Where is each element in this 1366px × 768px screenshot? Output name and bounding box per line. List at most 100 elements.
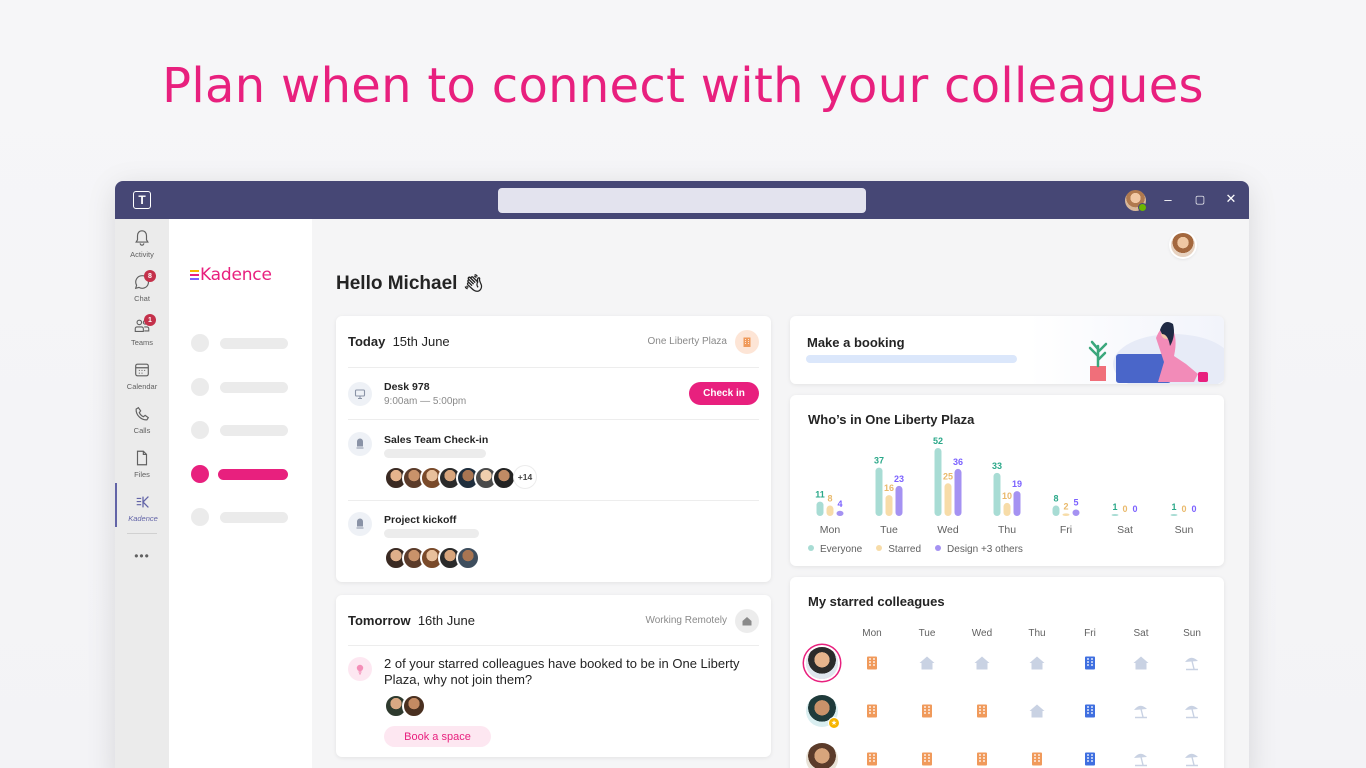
colleague-avatar[interactable] [806, 743, 838, 768]
minimize-button[interactable]: – [1160, 191, 1176, 207]
home-icon[interactable] [1028, 654, 1046, 672]
chart-data-label: 11 [815, 490, 825, 500]
home-icon[interactable] [1132, 654, 1150, 672]
chart-data-label: 37 [874, 456, 884, 466]
nav-item-icon[interactable] [191, 421, 209, 439]
close-button[interactable]: ✕ [1223, 191, 1239, 207]
chart-data-label: 4 [837, 499, 842, 509]
chart-tick-label: Wed [937, 524, 959, 536]
rail-item-calendar[interactable]: Calendar [115, 351, 169, 395]
colleague-avatar[interactable] [806, 647, 838, 679]
office-booked-icon[interactable] [1081, 702, 1099, 720]
today-date: 15th June [392, 334, 450, 349]
teams-window: T – ▢ ✕ Activity 8 Chat 1 Teams Calendar… [115, 181, 1249, 768]
chart-data-label: 0 [1191, 504, 1196, 514]
chart-tick-label: Mon [820, 524, 841, 536]
user-avatar[interactable] [1171, 233, 1195, 257]
phone-icon [135, 406, 150, 421]
avatar [492, 466, 516, 490]
rail-item-files[interactable]: Files [115, 439, 169, 483]
starred-attendee-avatars [384, 694, 426, 718]
office-icon[interactable] [863, 654, 881, 672]
book-space-button[interactable]: Book a space [384, 726, 491, 747]
meeting-icon [348, 512, 372, 536]
check-in-button[interactable]: Check in [689, 382, 759, 405]
chart-bar [826, 505, 834, 516]
legend-swatch [808, 545, 814, 552]
home-icon[interactable] [1028, 702, 1046, 720]
office-icon[interactable] [1028, 750, 1046, 768]
calendar-icon [135, 363, 149, 377]
rail-label: Teams [130, 338, 154, 347]
attendee-avatars[interactable] [384, 546, 480, 570]
chart-bar [1062, 513, 1070, 516]
office-icon[interactable] [918, 750, 936, 768]
chart-data-label: 1 [1171, 502, 1176, 512]
chart-data-label: 2 [1063, 501, 1068, 511]
rail-item-teams[interactable]: 1 Teams [115, 307, 169, 351]
maximize-button[interactable]: ▢ [1192, 191, 1208, 207]
chart-tick-label: Sat [1117, 524, 1133, 536]
nav-item-icon[interactable] [191, 334, 209, 352]
day-header: Fri [1084, 628, 1096, 639]
attendee-avatars[interactable]: +14 [384, 466, 536, 490]
legend-label: Starred [888, 544, 922, 555]
legend-label: Everyone [820, 544, 863, 555]
rail-item-chat[interactable]: 8 Chat [115, 263, 169, 307]
today-label: Today [348, 334, 386, 349]
holiday-icon[interactable] [1183, 750, 1201, 768]
event-title: Desk 978 [384, 381, 430, 393]
office-icon[interactable] [918, 702, 936, 720]
more-attendees-count[interactable]: +14 [514, 466, 536, 488]
event-placeholder [384, 449, 486, 458]
chart-bar [1072, 509, 1080, 516]
nav-item-label[interactable] [220, 382, 288, 393]
tomorrow-date: 16th June [417, 613, 475, 628]
booking-input-placeholder[interactable] [806, 355, 1017, 363]
kadence-sidebar: Kadence [169, 219, 312, 768]
more-apps-button[interactable]: ••• [115, 545, 169, 589]
greeting-text: Hello Michael [336, 273, 458, 294]
holiday-icon[interactable] [1183, 654, 1201, 672]
kadence-logo-icon [190, 270, 199, 280]
chart-data-label: 0 [1181, 504, 1186, 514]
star-icon: ★ [828, 717, 840, 729]
colleague-avatar[interactable]: ★ [806, 695, 840, 729]
office-booked-icon[interactable] [1081, 750, 1099, 768]
day-header: Tue [918, 628, 936, 639]
rail-item-activity[interactable]: Activity [115, 219, 169, 263]
nav-item-icon-active[interactable] [191, 465, 209, 483]
profile-avatar[interactable] [1125, 190, 1147, 212]
office-icon[interactable] [863, 702, 881, 720]
legend-swatch [876, 545, 883, 552]
legend-item-design: Design +3 others [935, 544, 1023, 555]
holiday-icon[interactable] [1132, 702, 1150, 720]
whos-in-card: Who’s in One Liberty Plaza 11 8 4 Mon 37 16 23… [790, 395, 1224, 566]
lightbulb-icon [348, 657, 372, 681]
rail-item-kadence[interactable]: Kadence [115, 483, 169, 527]
event-time: 9:00am — 5:00pm [384, 396, 467, 407]
office-icon[interactable] [973, 702, 991, 720]
make-booking-card[interactable]: Make a booking [790, 316, 1224, 384]
nav-item-label[interactable] [220, 512, 288, 523]
divider [348, 500, 759, 501]
today-heading: Today 15th June [348, 334, 450, 349]
nav-item-label[interactable] [220, 425, 288, 436]
office-booked-icon[interactable] [1081, 654, 1099, 672]
nav-item-label[interactable] [220, 338, 288, 349]
nav-item-icon[interactable] [191, 508, 209, 526]
chart-bar [1052, 505, 1060, 516]
office-icon[interactable] [973, 750, 991, 768]
chart-tick-label: Sun [1175, 524, 1194, 536]
home-icon[interactable] [918, 654, 936, 672]
nav-item-label-active[interactable] [218, 469, 288, 480]
office-icon[interactable] [863, 750, 881, 768]
rail-item-calls[interactable]: Calls [115, 395, 169, 439]
nav-item-icon[interactable] [191, 378, 209, 396]
holiday-icon[interactable] [1183, 702, 1201, 720]
search-input[interactable] [498, 188, 866, 213]
chart-bar [944, 483, 952, 516]
home-icon[interactable] [973, 654, 991, 672]
kadence-logo: Kadence [190, 265, 272, 285]
holiday-icon[interactable] [1132, 750, 1150, 768]
